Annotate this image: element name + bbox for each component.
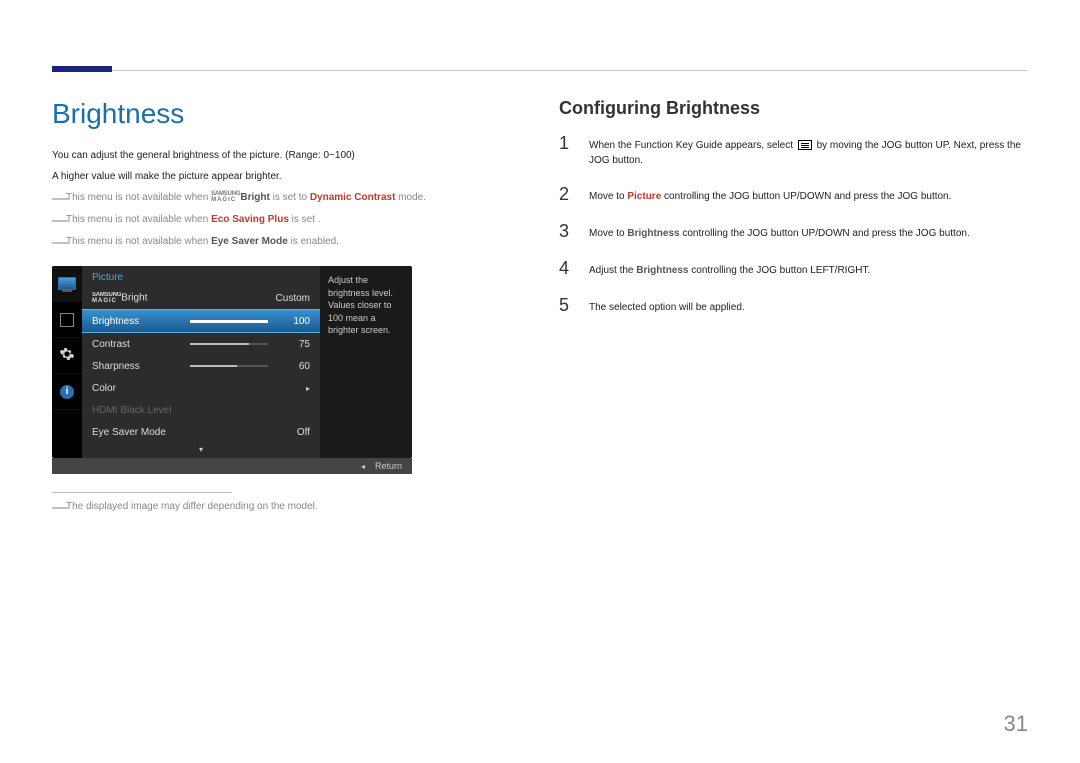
gear-icon: [59, 346, 75, 365]
info-icon: i: [60, 385, 74, 399]
osd-sidebar-info[interactable]: i: [52, 374, 82, 410]
step-3: 3 Move to Brightness controlling the JOG…: [559, 221, 1028, 242]
osd-brightness-label: Brightness: [92, 316, 184, 327]
intro-line-2: A higher value will make the picture app…: [52, 169, 521, 184]
osd-row-sharpness[interactable]: Sharpness 60: [82, 355, 320, 377]
osd-return-arrow-icon[interactable]: ◂: [361, 462, 365, 471]
dash-icon: ―: [52, 499, 66, 517]
step-3-pre: Move to: [589, 228, 627, 239]
monitor-icon: [58, 277, 76, 290]
step-2-pre: Move to: [589, 191, 627, 202]
note-1-pre: This menu is not available when: [66, 192, 211, 203]
osd-list: Picture SAMSUNGMAGICBright Custom Bright…: [82, 266, 320, 458]
osd-sharpness-value: 60: [274, 361, 310, 372]
osd-row-contrast[interactable]: Contrast 75: [82, 333, 320, 355]
step-2: 2 Move to Picture controlling the JOG bu…: [559, 184, 1028, 205]
note-3: ― This menu is not available when Eye Sa…: [52, 234, 521, 252]
step-number: 5: [559, 295, 575, 316]
osd-hdmi-label: HDMI Black Level: [92, 405, 310, 416]
step-3-post: controlling the JOG button UP/DOWN and p…: [680, 228, 970, 239]
osd-brightness-bar: [190, 320, 268, 323]
step-2-post: controlling the JOG button UP/DOWN and p…: [661, 191, 951, 202]
subsection-title: Configuring Brightness: [559, 98, 1028, 119]
step-5: 5 The selected option will be applied.: [559, 295, 1028, 316]
note-2-post: is set .: [289, 214, 321, 225]
note-3-post: is enabled.: [288, 236, 339, 247]
left-column: Brightness You can adjust the general br…: [52, 98, 521, 521]
osd-row-hdmi: HDMI Black Level: [82, 399, 320, 421]
osd-sharpness-label: Sharpness: [92, 361, 184, 372]
step-4: 4 Adjust the Brightness controlling the …: [559, 258, 1028, 279]
osd-magic-bright-label: Bright: [121, 293, 147, 304]
osd-eye-value: Off: [274, 427, 310, 438]
osd-sidebar: i: [52, 266, 82, 458]
osd-row-magic-bright[interactable]: SAMSUNGMAGICBright Custom: [82, 287, 320, 309]
osd-row-brightness[interactable]: Brightness 100: [82, 309, 320, 333]
note-3-pre: This menu is not available when: [66, 236, 211, 247]
note-1-bright: Bright: [240, 192, 269, 203]
dash-icon: ―: [52, 190, 66, 208]
step-number: 3: [559, 221, 575, 242]
step-2-bold: Picture: [627, 191, 661, 202]
osd-sharpness-bar: [190, 365, 268, 367]
right-column: Configuring Brightness 1 When the Functi…: [559, 98, 1028, 521]
page-top-rule: [52, 70, 1028, 71]
osd-description: Adjust the brightness level. Values clos…: [320, 266, 412, 458]
osd-sidebar-onscreen[interactable]: [52, 302, 82, 338]
step-4-pre: Adjust the: [589, 265, 636, 276]
page-top-accent: [52, 66, 112, 72]
step-3-bold: Brightness: [627, 228, 679, 239]
section-title: Brightness: [52, 98, 521, 130]
footnote-text: The displayed image may differ depending…: [66, 499, 521, 517]
osd-eye-label: Eye Saver Mode: [92, 427, 274, 438]
footnote-rule: [52, 492, 232, 493]
note-2-pre: This menu is not available when: [66, 214, 211, 225]
intro-line-1: You can adjust the general brightness of…: [52, 148, 521, 163]
osd-contrast-label: Contrast: [92, 339, 184, 350]
osd-footer: ◂ Return: [52, 458, 412, 474]
step-4-post: controlling the JOG button LEFT/RIGHT.: [689, 265, 871, 276]
osd-contrast-bar: [190, 343, 268, 345]
osd-magic-bright-value: Custom: [260, 293, 310, 304]
osd-return-label[interactable]: Return: [375, 461, 402, 471]
step-list: 1 When the Function Key Guide appears, s…: [559, 133, 1028, 316]
osd-brightness-value: 100: [274, 316, 310, 327]
note-1-post: mode.: [395, 192, 426, 203]
step-1: 1 When the Function Key Guide appears, s…: [559, 133, 1028, 168]
chevron-right-icon: ▸: [274, 384, 310, 393]
dash-icon: ―: [52, 234, 66, 252]
note-1-mid: is set to: [270, 192, 310, 203]
osd-row-color[interactable]: Color ▸: [82, 377, 320, 399]
osd-row-eye-saver[interactable]: Eye Saver Mode Off: [82, 421, 320, 443]
osd-scroll-down-icon[interactable]: ▾: [82, 443, 320, 458]
osd-screenshot: i Picture SAMSUNGMAGICBright Custom Brig…: [52, 266, 521, 474]
step-number: 4: [559, 258, 575, 279]
osd-color-label: Color: [92, 383, 184, 394]
note-2-bold: Eco Saving Plus: [211, 214, 289, 225]
note-2: ― This menu is not available when Eco Sa…: [52, 212, 521, 230]
osd-header: Picture: [82, 266, 320, 287]
osd-sidebar-system[interactable]: [52, 338, 82, 374]
note-3-bold: Eye Saver Mode: [211, 236, 288, 247]
samsung-magic-label: SAMSUNGMAGIC: [211, 191, 240, 203]
step-1-pre: When the Function Key Guide appears, sel…: [589, 140, 796, 151]
footnote: ― The displayed image may differ dependi…: [52, 499, 521, 517]
menu-icon: [798, 140, 812, 150]
dash-icon: ―: [52, 212, 66, 230]
note-1: ― This menu is not available when SAMSUN…: [52, 190, 521, 208]
step-number: 2: [559, 184, 575, 205]
osd-sidebar-picture[interactable]: [52, 266, 82, 302]
page-number: 31: [1004, 711, 1028, 737]
step-5-text: The selected option will be applied.: [589, 295, 745, 316]
note-1-dc: Dynamic Contrast: [310, 192, 396, 203]
box-icon: [60, 313, 74, 327]
step-number: 1: [559, 133, 575, 168]
step-4-bold: Brightness: [636, 265, 688, 276]
osd-contrast-value: 75: [274, 339, 310, 350]
